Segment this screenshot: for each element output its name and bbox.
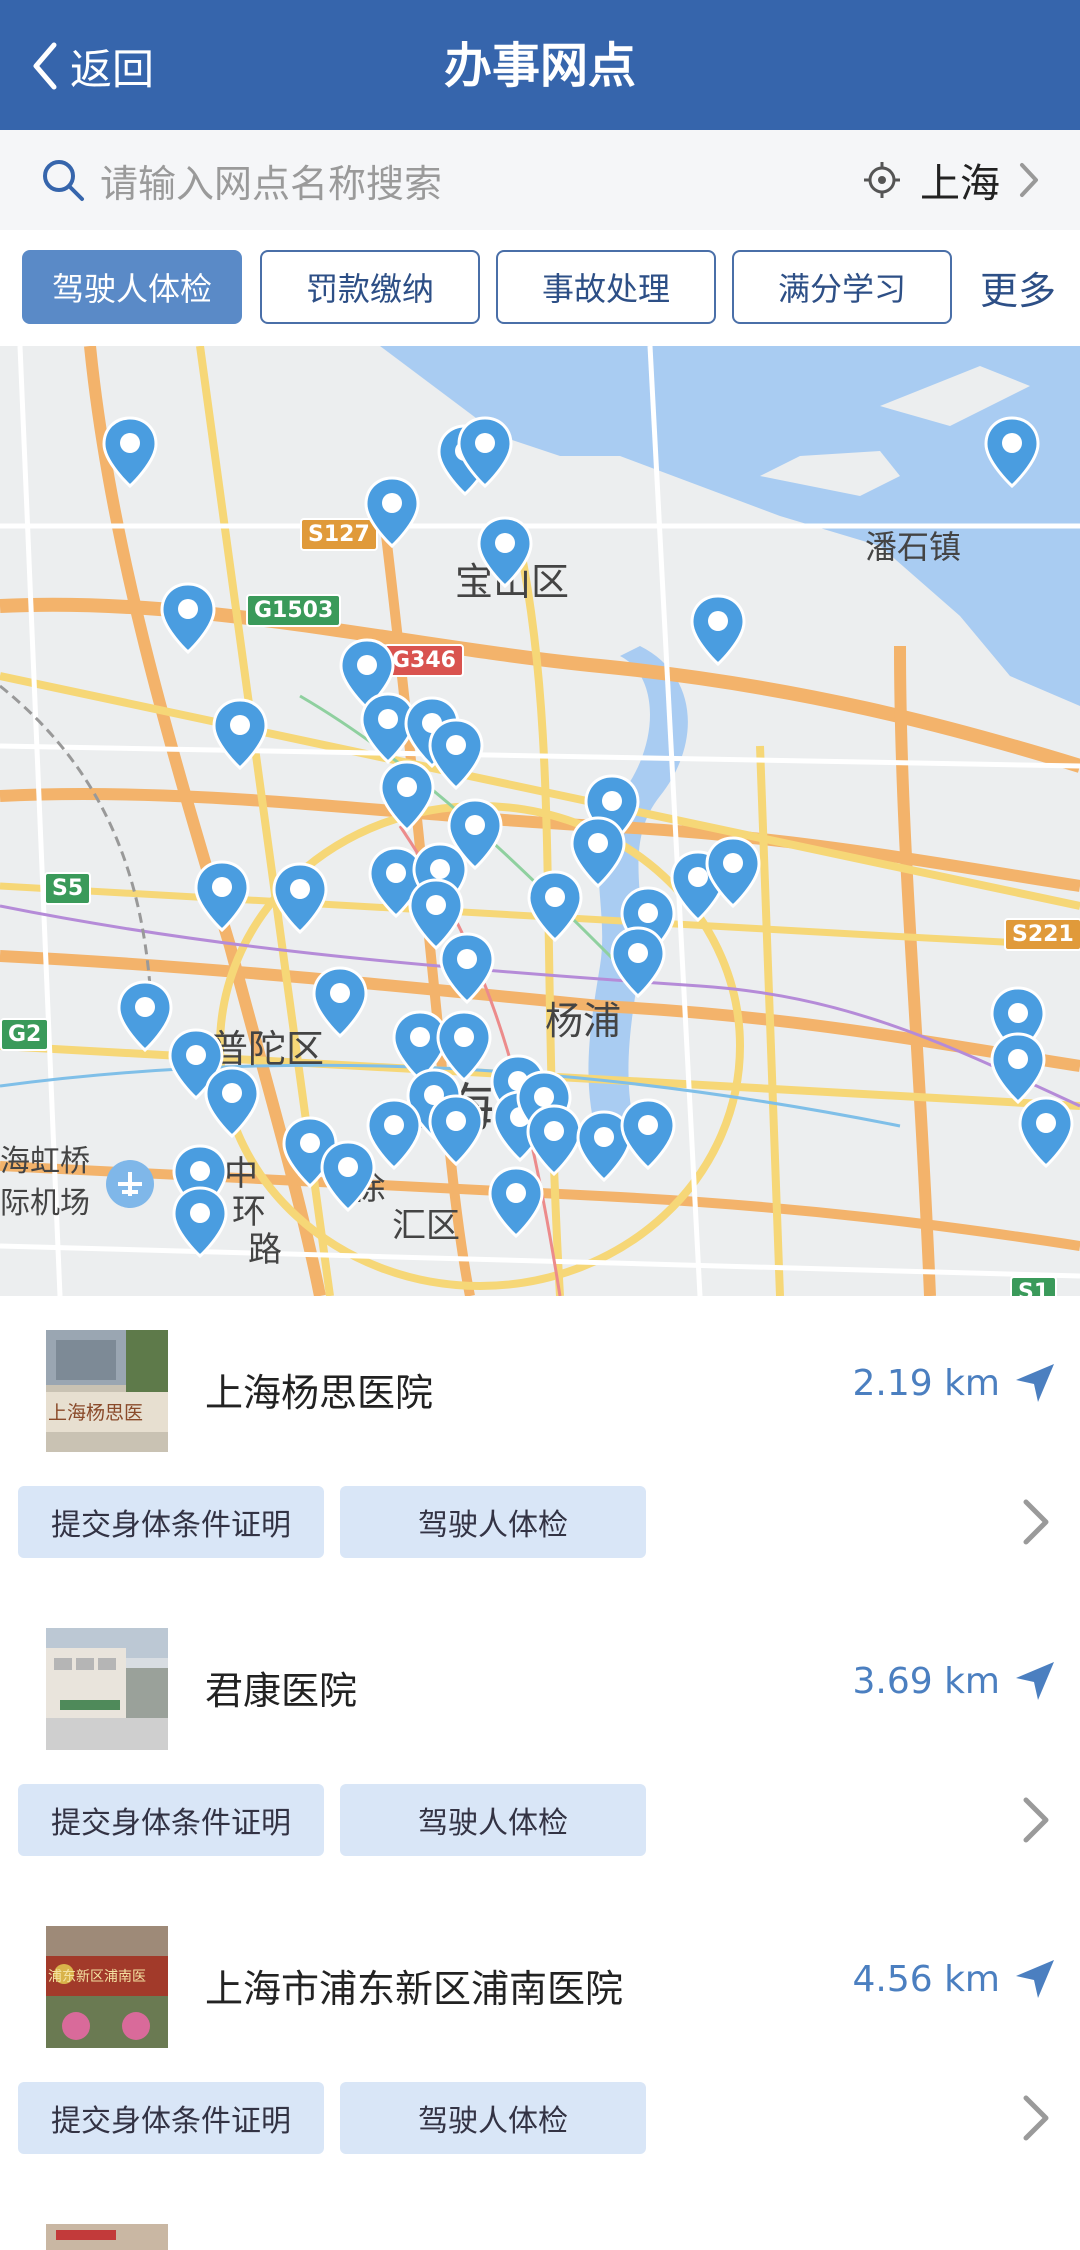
place-thumbnail [46,2224,168,2250]
place-name: 上海杨思医院 [205,1371,434,1415]
distance[interactable]: 3.69 km [852,1660,1056,1702]
place-thumbnail: 浦东新区浦南医 [46,1926,168,2048]
place-name: 君康医院 [205,1669,358,1713]
map-pin-icon[interactable] [379,760,435,832]
map-pin-icon[interactable] [527,870,583,942]
tab-accident[interactable]: 事故处理 [496,250,716,324]
road-badge: S5 [44,872,92,905]
map-pin-icon[interactable] [705,836,761,908]
map-pin-icon[interactable] [160,582,216,654]
map-pin-icon[interactable] [428,1094,484,1166]
tag-submit-health-proof[interactable]: 提交身体条件证明 [18,1486,324,1558]
map-pin-icon[interactable] [477,516,533,588]
city-label: 上海 [920,161,1000,207]
place-thumbnail: 上海杨思医 [46,1330,168,1452]
chevron-right-icon[interactable] [1016,1794,1056,1846]
chevron-right-icon[interactable] [1016,1496,1056,1548]
road-badge: S1 [1010,1276,1058,1296]
place-thumbnail [46,1628,168,1750]
map-label: 潘石镇 [865,528,962,566]
locate-icon [864,162,900,198]
place-card[interactable]: 上海杨思医 上海杨思医院 2.19 km 提交身体条件证明 驾驶人体检 [0,1296,1080,1596]
thumbnail-sign-text: 上海杨思医 [48,1402,144,1424]
tag-submit-health-proof[interactable]: 提交身体条件证明 [18,1784,324,1856]
tag-driver-physical[interactable]: 驾驶人体检 [340,1784,646,1856]
tab-full-points-study[interactable]: 满分学习 [732,250,952,324]
map-label: 路 [248,1230,282,1270]
map-pin-icon[interactable] [172,1186,228,1258]
category-tabs: 驾驶人体检 罚款缴纳 事故处理 满分学习 更多 [0,230,1080,346]
map-pin-icon[interactable] [428,718,484,790]
navigate-icon [1016,1364,1054,1402]
distance-value: 2.19 km [852,1362,1000,1404]
map-pin-icon[interactable] [364,476,420,548]
search-bar: 请输入网点名称搜索 上海 [0,130,1080,231]
map-pin-icon[interactable] [194,860,250,932]
road-badge: G1503 [246,594,342,627]
map-pin-icon[interactable] [690,594,746,666]
chevron-right-icon[interactable] [1016,2092,1056,2144]
search-input[interactable]: 请输入网点名称搜索 [40,150,442,210]
map-pin-icon[interactable] [990,1032,1046,1104]
app-header: 返回 办事网点 [0,0,1080,130]
map-label: 汇区 [392,1206,460,1246]
map-pin-icon[interactable] [117,980,173,1052]
page-title: 办事网点 [443,38,636,94]
place-card[interactable]: 浦东新区浦南医 上海市浦东新区浦南医院 4.56 km 提交身体条件证明 驾驶人… [0,1892,1080,2192]
road-badge: S221 [1004,918,1080,951]
map-pin-icon[interactable] [212,698,268,770]
map-pin-icon[interactable] [320,1140,376,1212]
tag-submit-health-proof[interactable]: 提交身体条件证明 [18,2082,324,2154]
map-pin-icon[interactable] [439,932,495,1004]
tag-driver-physical[interactable]: 驾驶人体检 [340,1486,646,1558]
place-card[interactable] [0,2190,1080,2250]
tab-fine-payment[interactable]: 罚款缴纳 [260,250,480,324]
map-pin-icon[interactable] [312,966,368,1038]
map-pin-icon[interactable] [620,1098,676,1170]
map-pin-icon[interactable] [204,1066,260,1138]
city-selector[interactable]: 上海 [862,150,1040,210]
map-label: 海虹桥 [0,1144,90,1179]
distance[interactable]: 4.56 km [852,1958,1056,2000]
distance-value: 3.69 km [852,1660,1000,1702]
map-pin-icon[interactable] [1018,1096,1074,1168]
map-pin-icon[interactable] [488,1166,544,1238]
navigate-icon [1016,1662,1054,1700]
map-pin-icon[interactable] [102,416,158,488]
place-name: 上海市浦东新区浦南医院 [205,1967,624,2011]
map-label: 杨浦 [545,999,622,1043]
map-pin-icon[interactable] [272,862,328,934]
search-placeholder: 请输入网点名称搜索 [100,161,443,206]
map-pin-icon[interactable] [457,416,513,488]
thumbnail-sign-text: 浦东新区浦南医 [48,1969,146,1985]
road-badge: G2 [0,1018,50,1051]
place-list: 上海杨思医 上海杨思医院 2.19 km 提交身体条件证明 驾驶人体检 君康医院… [0,1296,1080,2250]
map-view[interactable]: 宝山区 潘石镇 普陀区 杨浦 上海 海虹桥 际机场 中 环 路 徐 汇区 S12… [0,346,1080,1296]
navigate-icon [1016,1960,1054,1998]
search-icon [43,160,84,201]
chevron-right-icon [1020,163,1038,197]
map-label: 际机场 [0,1186,90,1221]
map-label: 普陀区 [210,1027,325,1071]
road-badge: G346 [384,644,464,677]
distance[interactable]: 2.19 km [852,1362,1056,1404]
distance-value: 4.56 km [852,1958,1000,2000]
map-pin-icon[interactable] [610,926,666,998]
place-card[interactable]: 君康医院 3.69 km 提交身体条件证明 驾驶人体检 [0,1594,1080,1894]
tag-driver-physical[interactable]: 驾驶人体检 [340,2082,646,2154]
tab-more[interactable]: 更多 [980,250,1056,324]
tab-driver-physical[interactable]: 驾驶人体检 [22,250,242,324]
map-pin-icon[interactable] [984,416,1040,488]
